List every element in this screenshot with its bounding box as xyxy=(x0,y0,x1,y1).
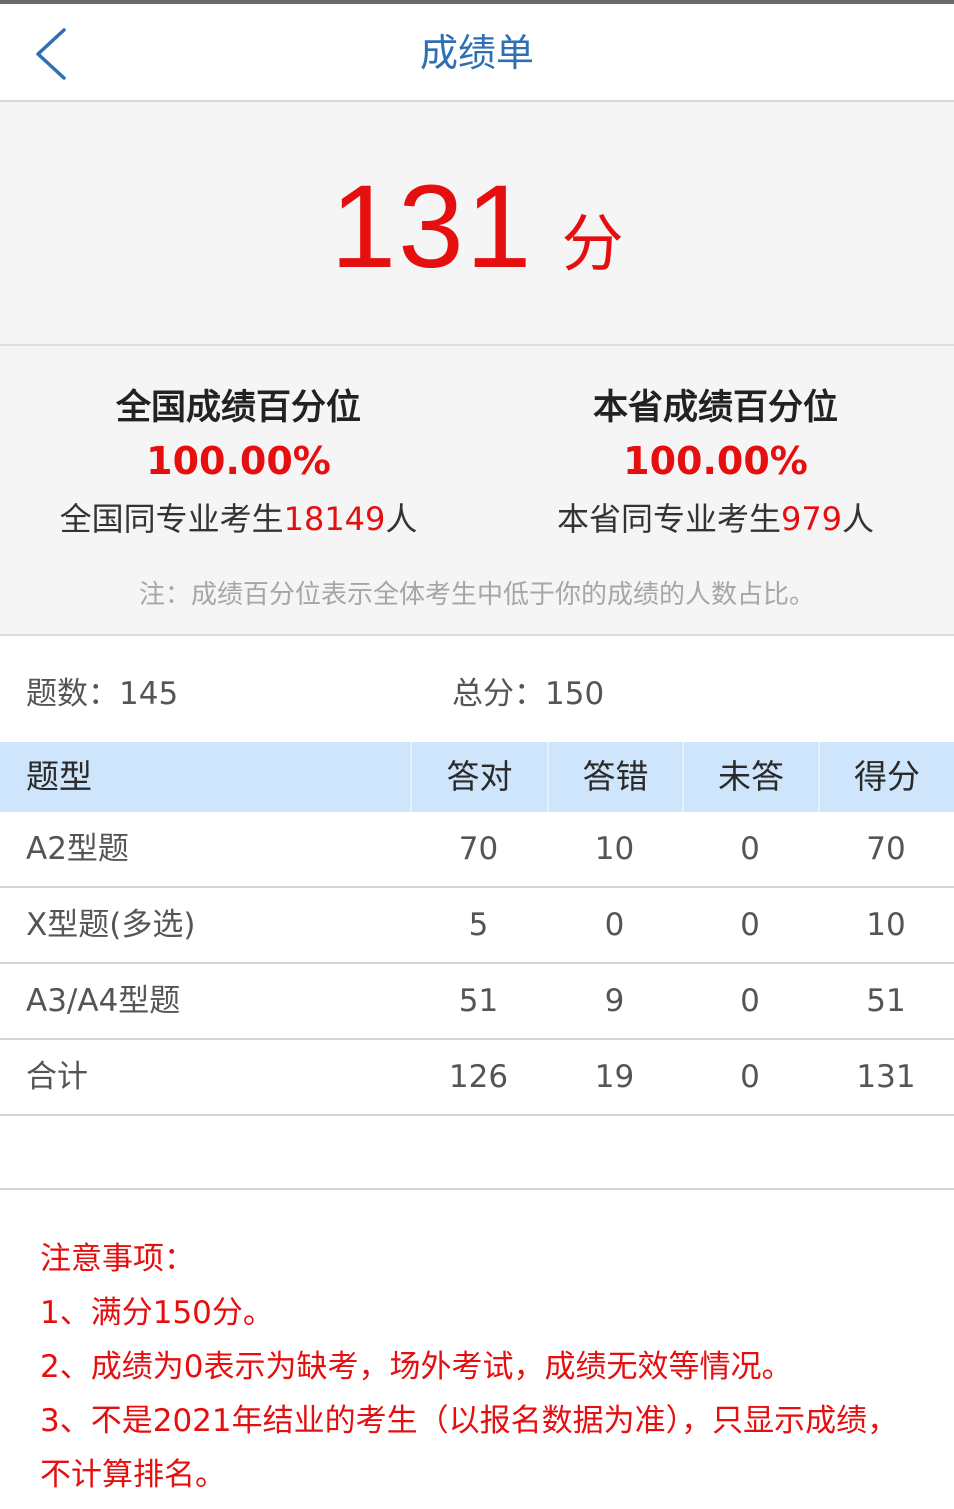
section-divider xyxy=(0,1188,954,1190)
page-title: 成绩单 xyxy=(419,31,534,75)
row-correct: 51 xyxy=(458,983,499,1019)
row-score: 131 xyxy=(856,1059,916,1095)
national-count-number: 18149 xyxy=(283,500,386,538)
question-count: 题数：145 xyxy=(26,676,179,712)
notice-section: 注意事项： 1、满分150分。 2、成绩为0表示为缺考，场外考试，成绩无效等情况… xyxy=(40,1232,920,1502)
notice-item: 3、不是2021年结业的考生（以报名数据为准），只显示成绩，不计算排名。 xyxy=(40,1403,899,1493)
row-wrong: 10 xyxy=(594,831,635,867)
score-unit: 分 xyxy=(561,207,624,280)
header-wrong: 答错 xyxy=(547,742,682,812)
exam-summary: 题数：145 总分：150 xyxy=(0,638,954,742)
provincial-percentile-title: 本省成绩百分位 xyxy=(592,388,838,428)
row-wrong: 0 xyxy=(604,907,625,943)
row-unanswered: 0 xyxy=(740,1059,760,1095)
provincial-count-number: 979 xyxy=(780,500,843,538)
row-correct: 126 xyxy=(448,1059,509,1095)
table-header: 题型 答对 答错 未答 得分 xyxy=(0,742,954,812)
row-score: 10 xyxy=(866,907,906,943)
row-type: A2型题 xyxy=(26,831,129,867)
row-wrong: 9 xyxy=(604,983,625,1019)
percentile-note: 注：成绩百分位表示全体考生中低于你的成绩的人数占比。 xyxy=(138,580,815,610)
row-unanswered: 0 xyxy=(740,831,760,867)
row-correct: 70 xyxy=(458,831,499,867)
row-unanswered: 0 xyxy=(740,983,760,1019)
nav-bar: 成绩单 xyxy=(0,4,954,102)
percentile-panel: 全国成绩百分位 100.00% 全国同专业考生18149人 本省成绩百分位 10… xyxy=(0,346,954,636)
notice-title: 注意事项： xyxy=(40,1241,195,1277)
provincial-count-prefix: 本省同专业考生 xyxy=(556,500,781,538)
national-candidate-count: 全国同专业考生18149人 xyxy=(0,490,477,548)
national-percentile: 全国成绩百分位 100.00% 全国同专业考生18149人 xyxy=(0,384,477,548)
header-score: 得分 xyxy=(818,742,954,812)
row-wrong: 19 xyxy=(594,1059,635,1095)
table-row: A2型题 70 10 0 70 xyxy=(0,812,954,888)
table-row: X型题(多选) 5 0 0 10 xyxy=(0,888,954,964)
score-value: 131 xyxy=(330,161,534,293)
row-score: 70 xyxy=(866,831,906,867)
provincial-candidate-count: 本省同专业考生979人 xyxy=(477,490,954,548)
row-correct: 5 xyxy=(468,907,489,943)
row-score: 51 xyxy=(866,983,906,1019)
national-percentile-title: 全国成绩百分位 xyxy=(115,388,361,428)
national-count-prefix: 全国同专业考生 xyxy=(59,500,284,538)
table-row-total: 合计 126 19 0 131 xyxy=(0,1040,954,1116)
national-count-suffix: 人 xyxy=(385,500,418,538)
score-panel: 131 分 xyxy=(0,102,954,346)
header-unanswered: 未答 xyxy=(682,742,818,812)
provincial-percentile-value: 100.00% xyxy=(623,439,808,483)
notice-item: 1、满分150分。 xyxy=(40,1295,274,1331)
table-row: A3/A4型题 51 9 0 51 xyxy=(0,964,954,1040)
row-unanswered: 0 xyxy=(740,907,760,943)
header-correct: 答对 xyxy=(410,742,547,812)
total-points: 总分：150 xyxy=(452,676,605,712)
national-percentile-value: 100.00% xyxy=(146,439,331,483)
provincial-percentile: 本省成绩百分位 100.00% 本省同专业考生979人 xyxy=(477,384,954,548)
row-type: X型题(多选) xyxy=(26,907,196,943)
provincial-count-suffix: 人 xyxy=(842,500,875,538)
total-score: 131 分 xyxy=(0,162,954,292)
row-type: A3/A4型题 xyxy=(26,983,181,1019)
row-type: 合计 xyxy=(26,1059,88,1095)
notice-item: 2、成绩为0表示为缺考，场外考试，成绩无效等情况。 xyxy=(40,1349,793,1385)
score-table: 题型 答对 答错 未答 得分 A2型题 70 10 0 70 X型题(多选) 5… xyxy=(0,742,954,1116)
header-type: 题型 xyxy=(26,757,92,796)
